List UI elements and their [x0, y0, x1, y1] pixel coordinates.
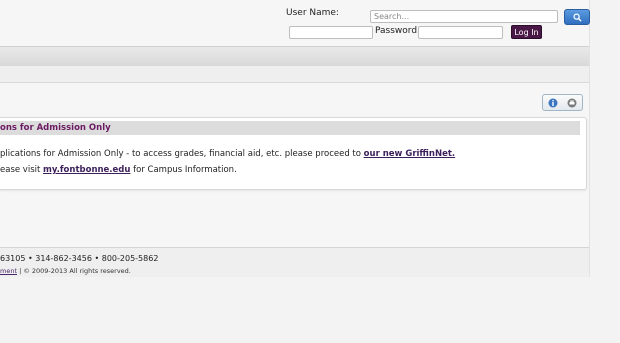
- griffinnet-link[interactable]: our new GriffinNet.: [364, 149, 455, 159]
- line-2-suffix: for Campus Information.: [130, 165, 237, 175]
- nav-bar: [0, 46, 589, 67]
- login-button[interactable]: Log In: [511, 25, 542, 39]
- footer-link[interactable]: ment: [0, 267, 17, 275]
- page: User Name: Password: Log In ons f: [0, 0, 590, 278]
- panel-heading: ons for Admission Only: [0, 121, 580, 135]
- content-line-2: ease visit my.fontbonne.edu for Campus I…: [0, 165, 237, 175]
- footer-copyright: | © 2009-2013 All rights reserved.: [17, 267, 131, 275]
- email-tool[interactable]: [547, 97, 558, 108]
- search-icon: [572, 12, 582, 22]
- content-panel: ons for Admission Only plications for Ad…: [0, 117, 587, 190]
- footer: 63105 • 314-862-3456 • 800-205-5862 ment…: [0, 247, 589, 278]
- page-background: [0, 277, 620, 343]
- line-2-prefix: ease visit: [0, 165, 44, 175]
- print-tool[interactable]: [567, 97, 578, 108]
- info-circle-icon: [548, 98, 558, 107]
- page-tools: [542, 94, 583, 111]
- search-button[interactable]: [564, 9, 590, 25]
- footer-legal: ment | © 2009-2013 All rights reserved.: [0, 267, 131, 275]
- password-label: Password:: [375, 26, 421, 36]
- search-input[interactable]: [370, 10, 558, 23]
- user-name-label: User Name:: [286, 8, 339, 18]
- print-icon: [567, 98, 577, 107]
- username-field[interactable]: [289, 26, 373, 39]
- footer-contact: 63105 • 314-862-3456 • 800-205-5862: [0, 254, 159, 263]
- myfontbonne-link[interactable]: my.fontbonne.edu: [43, 165, 130, 175]
- line-1-text: plications for Admission Only - to acces…: [0, 149, 364, 159]
- content-line-1: plications for Admission Only - to acces…: [0, 149, 455, 159]
- password-field[interactable]: [418, 26, 503, 39]
- sub-nav-bar: [0, 66, 589, 83]
